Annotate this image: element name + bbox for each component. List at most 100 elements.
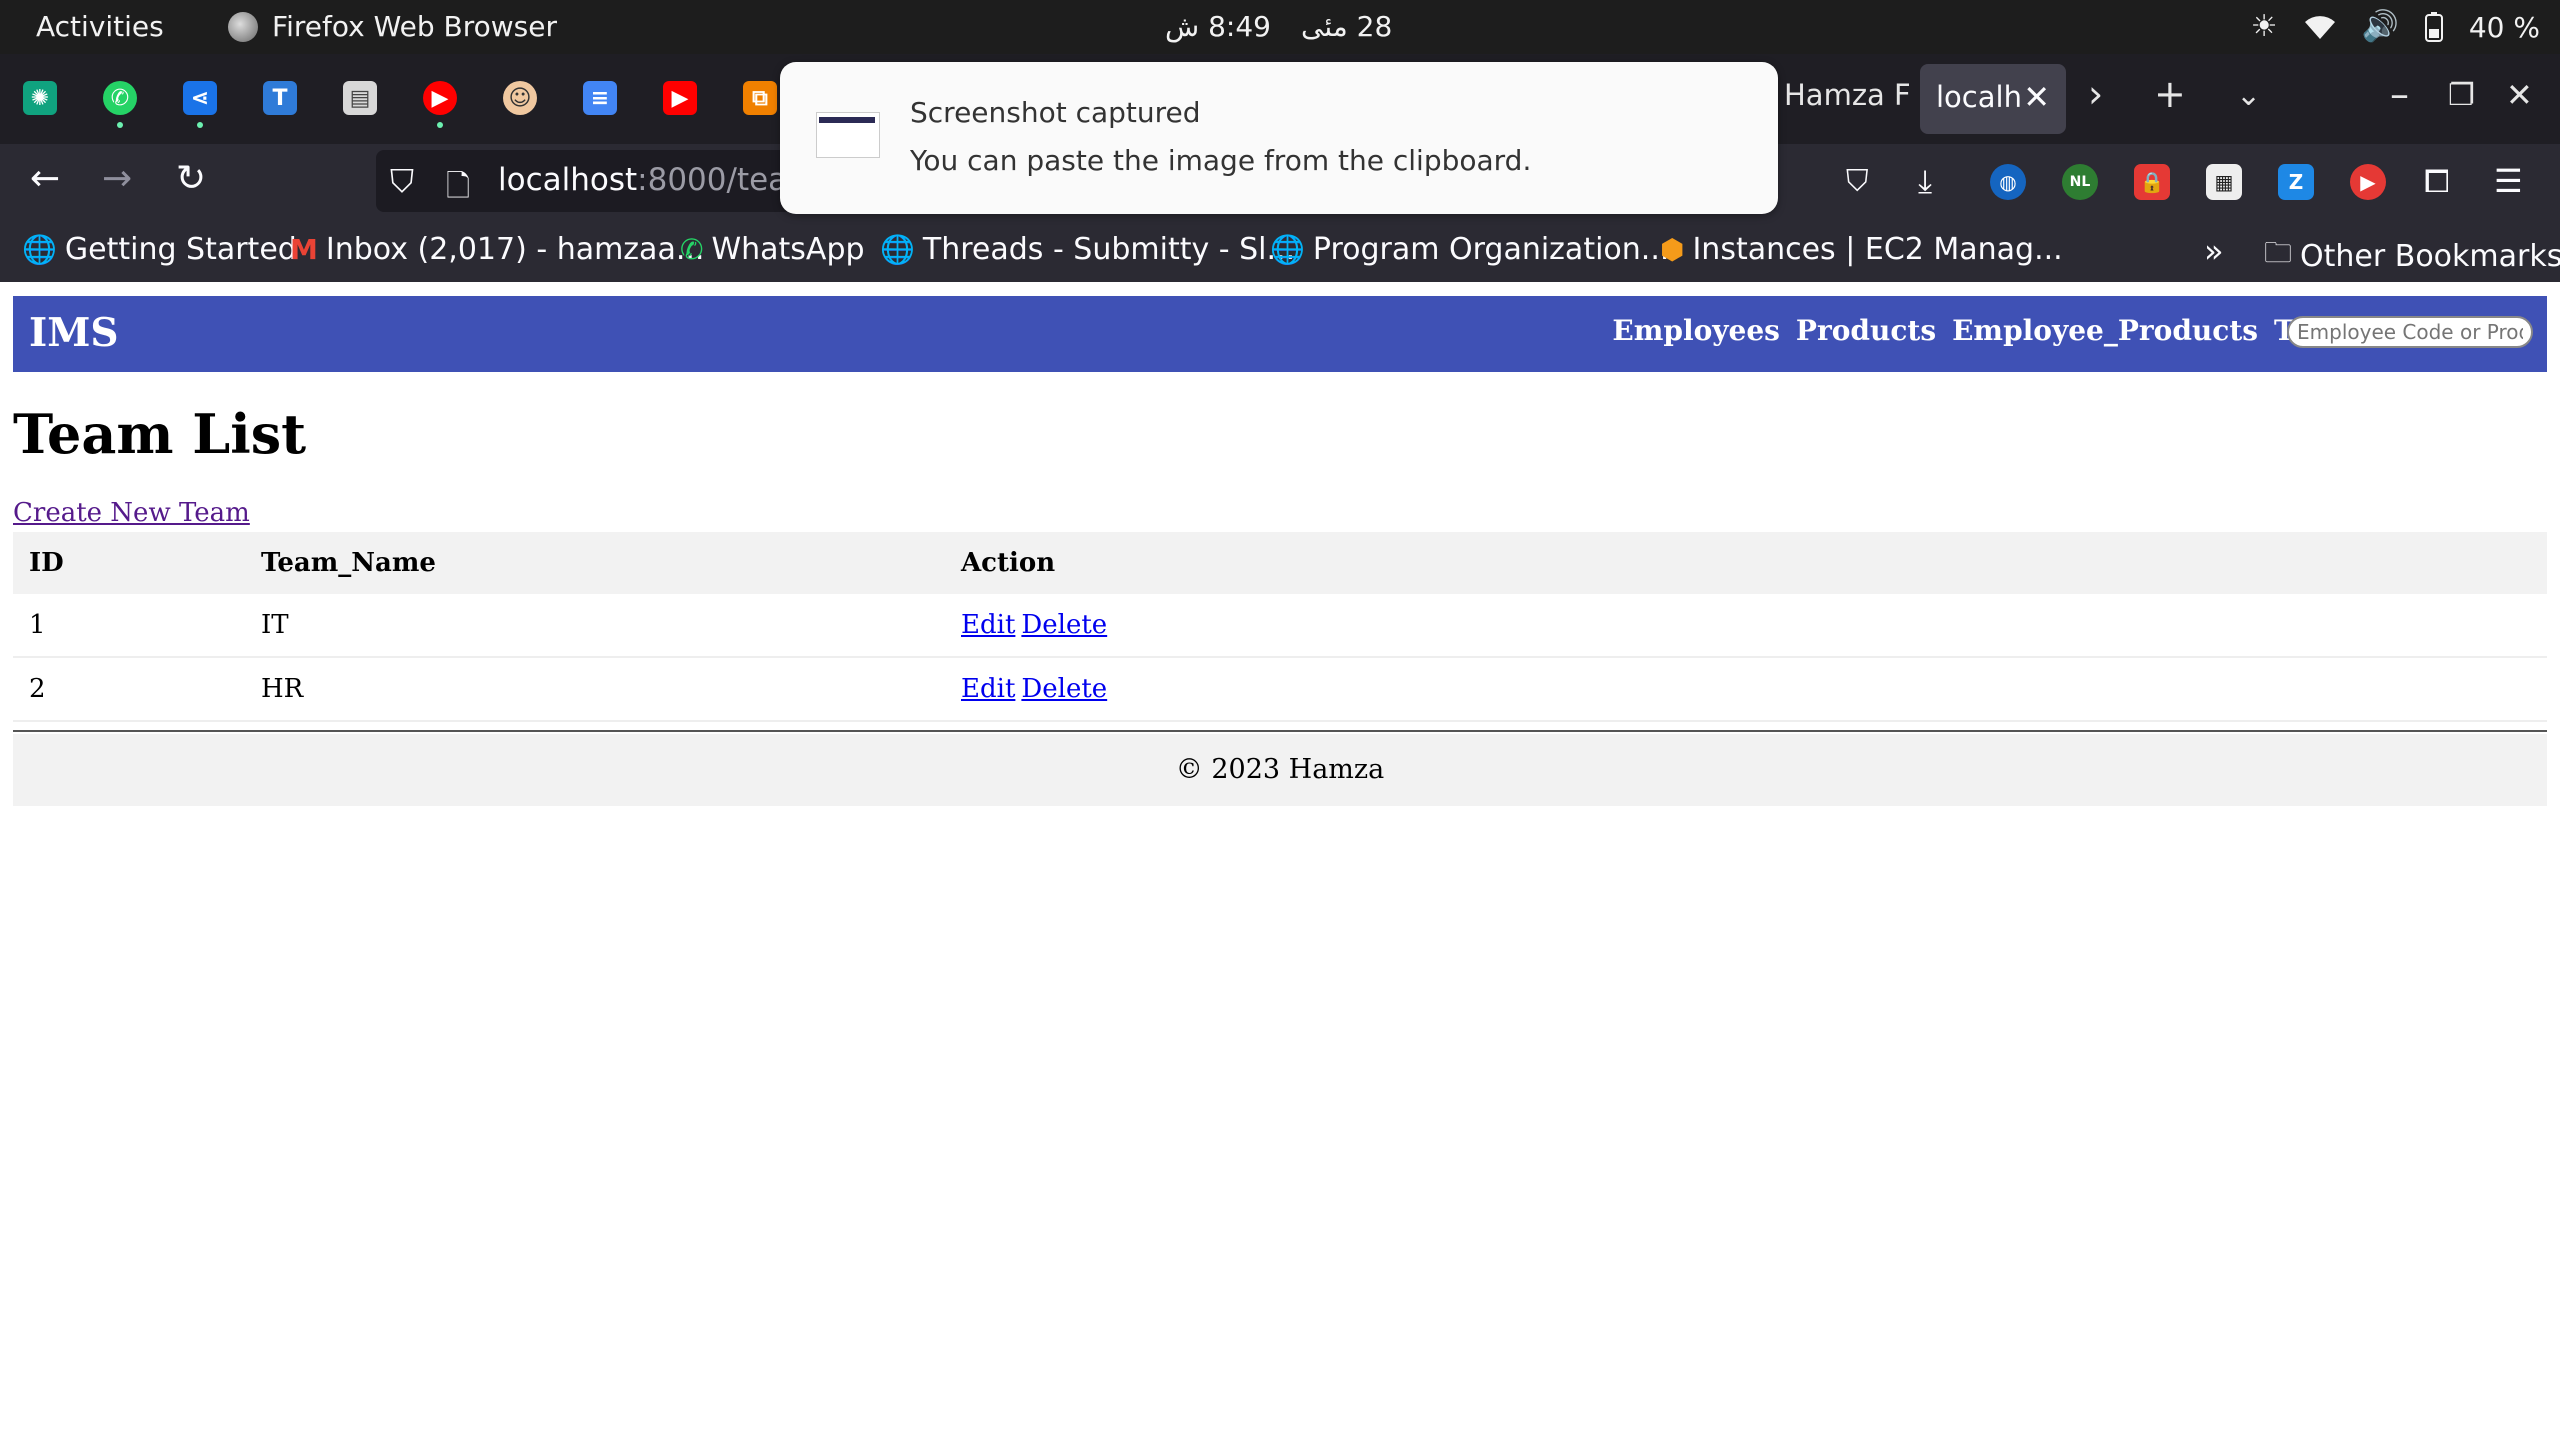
pinned-tab-youtube[interactable]: ▶: [658, 76, 702, 120]
tab-active[interactable]: localh ✕: [1920, 64, 2066, 134]
page-info-icon[interactable]: 🗋: [446, 164, 470, 215]
night-light-icon: ☀: [2250, 9, 2278, 44]
tab-active-label: localh: [1936, 80, 2020, 114]
cell-team-name: HR: [245, 657, 945, 722]
bookmark-whatsapp[interactable]: ✆ WhatsApp: [680, 232, 865, 267]
bookmark-getting-started[interactable]: 🌐 Getting Started: [22, 232, 297, 267]
cell-id: 2: [13, 657, 245, 722]
pinned-tab-notes[interactable]: ▤: [338, 76, 382, 120]
bookmark-label: Threads - Submitty - Sl...: [922, 232, 1296, 267]
avatar-icon: ☺: [503, 81, 537, 115]
tracking-protection-icon[interactable]: ⛉: [390, 162, 414, 201]
downloads-icon[interactable]: ⤓: [1918, 162, 1932, 201]
zoom-extension-icon[interactable]: Z: [2278, 164, 2314, 200]
scroll-tabs-right-icon[interactable]: ›: [2088, 72, 2103, 116]
extensions-icon[interactable]: ⧠: [2424, 162, 2450, 201]
notification-body: You can paste the image from the clipboa…: [910, 144, 1532, 177]
reload-icon[interactable]: ↻: [176, 158, 206, 199]
table-row: 2 HR Edit Delete: [13, 657, 2547, 722]
create-team-link[interactable]: Create New Team: [13, 498, 250, 528]
aws-icon: ⬢: [1660, 233, 1685, 266]
bookmark-gmail[interactable]: M Inbox (2,017) - hamzaa...: [290, 232, 704, 267]
pinned-tab-other[interactable]: ⧉: [738, 76, 782, 120]
page-title: Team List: [13, 402, 307, 466]
minimize-icon[interactable]: –: [2390, 72, 2409, 116]
pinned-tab-whatsapp[interactable]: ✆: [98, 76, 142, 128]
activities-button[interactable]: Activities: [36, 10, 164, 43]
pinned-tab-teams[interactable]: T: [258, 76, 302, 120]
bookmark-label: Inbox (2,017) - hamzaa...: [325, 232, 705, 267]
url-host: localhost: [498, 162, 638, 198]
battery-percent: 40 %: [2468, 10, 2540, 44]
pinned-tab-docs[interactable]: ≡: [578, 76, 622, 120]
close-window-icon[interactable]: ✕: [2506, 76, 2533, 114]
web-page: IMS Employees Products Employee_Products…: [0, 282, 2560, 1440]
clock[interactable]: 28 مئی 8:49 ش: [1165, 10, 1392, 43]
globe-icon: 🌐: [22, 233, 57, 266]
bookmark-ec2[interactable]: ⬢ Instances | EC2 Manag...: [1660, 232, 2063, 267]
brand-link[interactable]: IMS: [29, 310, 119, 356]
pocket-icon[interactable]: ⛉: [1846, 164, 1869, 199]
more-bookmarks-icon[interactable]: »: [2204, 232, 2224, 270]
vpn-extension-icon[interactable]: ◍: [1990, 164, 2026, 200]
page-footer: © 2023 Hamza: [13, 734, 2547, 806]
nav-link-employees[interactable]: Employees: [1612, 314, 1780, 347]
close-tab-icon[interactable]: ✕: [2023, 78, 2050, 116]
bookmark-label: WhatsApp: [711, 232, 865, 267]
nav-link-products[interactable]: Products: [1796, 314, 1936, 347]
wifi-icon: [2304, 16, 2335, 39]
youtube-play-icon: ▶: [423, 81, 457, 115]
whatsapp-icon: ✆: [680, 233, 704, 266]
pinned-tab-youtube-music[interactable]: ▶: [418, 76, 462, 128]
globe-icon: 🌐: [1270, 233, 1305, 266]
system-tray[interactable]: ☀ 🔊 40 %: [2251, 8, 2540, 46]
bookmark-label: Instances | EC2 Manag...: [1692, 232, 2063, 267]
app-menu[interactable]: Firefox Web Browser: [228, 10, 557, 43]
restore-icon[interactable]: ❐: [2448, 78, 2475, 113]
table-row: 1 IT Edit Delete: [13, 594, 2547, 658]
qr-code-icon[interactable]: ▦: [2206, 164, 2242, 200]
forward-icon[interactable]: →: [102, 158, 132, 199]
bookmark-label: Program Organization...: [1312, 232, 1670, 267]
edit-link[interactable]: Edit: [961, 610, 1015, 640]
column-header-action: Action: [945, 532, 2547, 594]
youtube-icon: ▶: [663, 81, 697, 115]
back-icon[interactable]: ←: [30, 158, 60, 199]
tab-partial[interactable]: Hamza F: [1784, 78, 1911, 112]
folder-icon: 🗀: [2264, 236, 2293, 269]
column-header-id: ID: [13, 532, 245, 594]
other-bookmarks-label: Other Bookmarks: [2300, 238, 2560, 274]
pinned-tab-chatgpt[interactable]: ✺: [18, 76, 62, 120]
firefox-icon: [228, 11, 258, 42]
url-text[interactable]: localhost:8000/team: [498, 162, 817, 198]
screenshot-notification[interactable]: Screenshot captured You can paste the im…: [780, 62, 1778, 214]
search-input[interactable]: [2287, 316, 2533, 348]
list-all-tabs-icon[interactable]: ⌄: [2236, 78, 2261, 113]
other-bookmarks[interactable]: 🗀 Other Bookmarks: [2264, 232, 2560, 280]
column-header-team-name: Team_Name: [245, 532, 945, 594]
bookmark-threads[interactable]: 🌐 Threads - Submitty - Sl...: [880, 232, 1295, 267]
system-top-bar: Activities Firefox Web Browser 28 مئی 8:…: [0, 0, 2560, 54]
cell-team-name: IT: [245, 594, 945, 658]
new-tab-button[interactable]: +: [2154, 72, 2186, 116]
nl-extension-icon[interactable]: NL: [2062, 164, 2098, 200]
delete-link[interactable]: Delete: [1021, 610, 1107, 640]
whatsapp-icon: ✆: [103, 81, 137, 115]
footer-divider: [13, 730, 2547, 732]
edit-link[interactable]: Edit: [961, 674, 1015, 704]
bookmark-program-organization[interactable]: 🌐 Program Organization...: [1270, 232, 1669, 267]
pinned-tab-share[interactable]: ⋖: [178, 76, 222, 128]
notification-dot: [437, 122, 443, 128]
youtube-extension-icon[interactable]: ▶: [2350, 164, 2386, 200]
app-navbar: IMS Employees Products Employee_Products…: [13, 296, 2547, 372]
notes-icon: ▤: [343, 81, 377, 115]
docs-icon: ≡: [583, 81, 617, 115]
volume-icon: 🔊: [2361, 9, 2399, 44]
nav-link-employee-products[interactable]: Employee_Products: [1952, 314, 2258, 347]
menu-icon[interactable]: ☰: [2494, 162, 2523, 200]
globe-icon: 🌐: [880, 233, 915, 266]
table-header-row: ID Team_Name Action: [13, 532, 2547, 594]
delete-link[interactable]: Delete: [1021, 674, 1107, 704]
pinned-tab-avatar[interactable]: ☺: [498, 76, 542, 120]
lock-extension-icon[interactable]: 🔒: [2134, 164, 2170, 200]
